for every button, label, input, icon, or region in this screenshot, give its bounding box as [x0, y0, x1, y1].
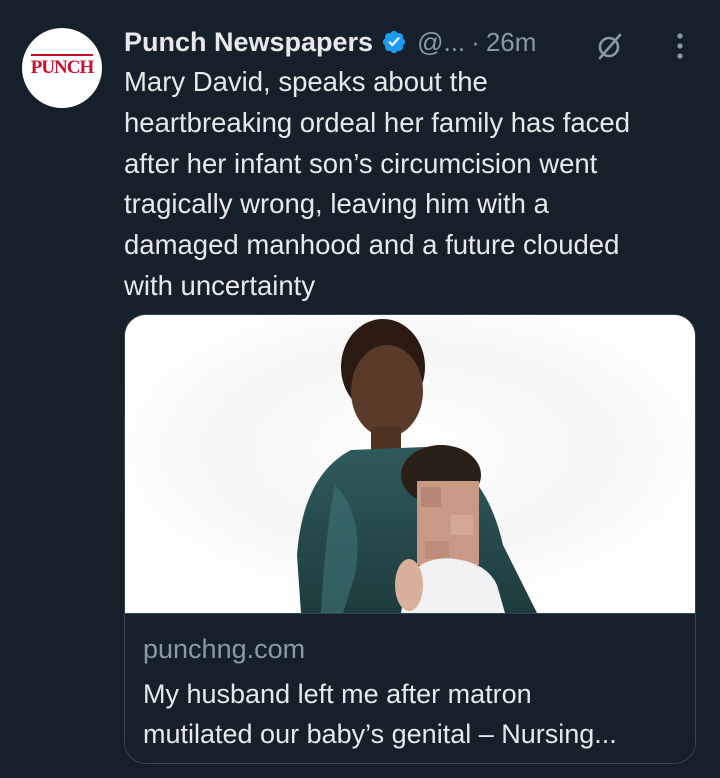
handle[interactable]: @... — [417, 27, 465, 58]
photo-woman-holding-baby — [125, 315, 695, 613]
tweet-header: Punch Newspapers @... · 26m — [124, 22, 536, 62]
separator-dot: · — [471, 26, 480, 57]
timestamp[interactable]: 26m — [486, 27, 537, 58]
card-domain: punchng.com — [143, 634, 306, 664]
tweet-text: Mary David, speaks about the heartbreaki… — [124, 66, 630, 301]
more-options-icon[interactable] — [668, 30, 692, 62]
punch-logo: PUNCH — [30, 54, 94, 78]
verified-badge-icon — [382, 30, 406, 54]
card-info[interactable]: punchng.com My husband left me after mat… — [125, 613, 695, 763]
card-title: My husband left me after matron mutilate… — [143, 679, 617, 749]
card-image[interactable] — [125, 315, 695, 613]
grok-icon[interactable] — [594, 30, 626, 62]
link-card[interactable]: punchng.com My husband left me after mat… — [124, 314, 696, 764]
tweet[interactable]: PUNCH Punch Newspapers @... · 26m Mary D… — [0, 0, 720, 778]
display-name[interactable]: Punch Newspapers — [124, 27, 373, 58]
avatar[interactable]: PUNCH — [22, 28, 102, 108]
